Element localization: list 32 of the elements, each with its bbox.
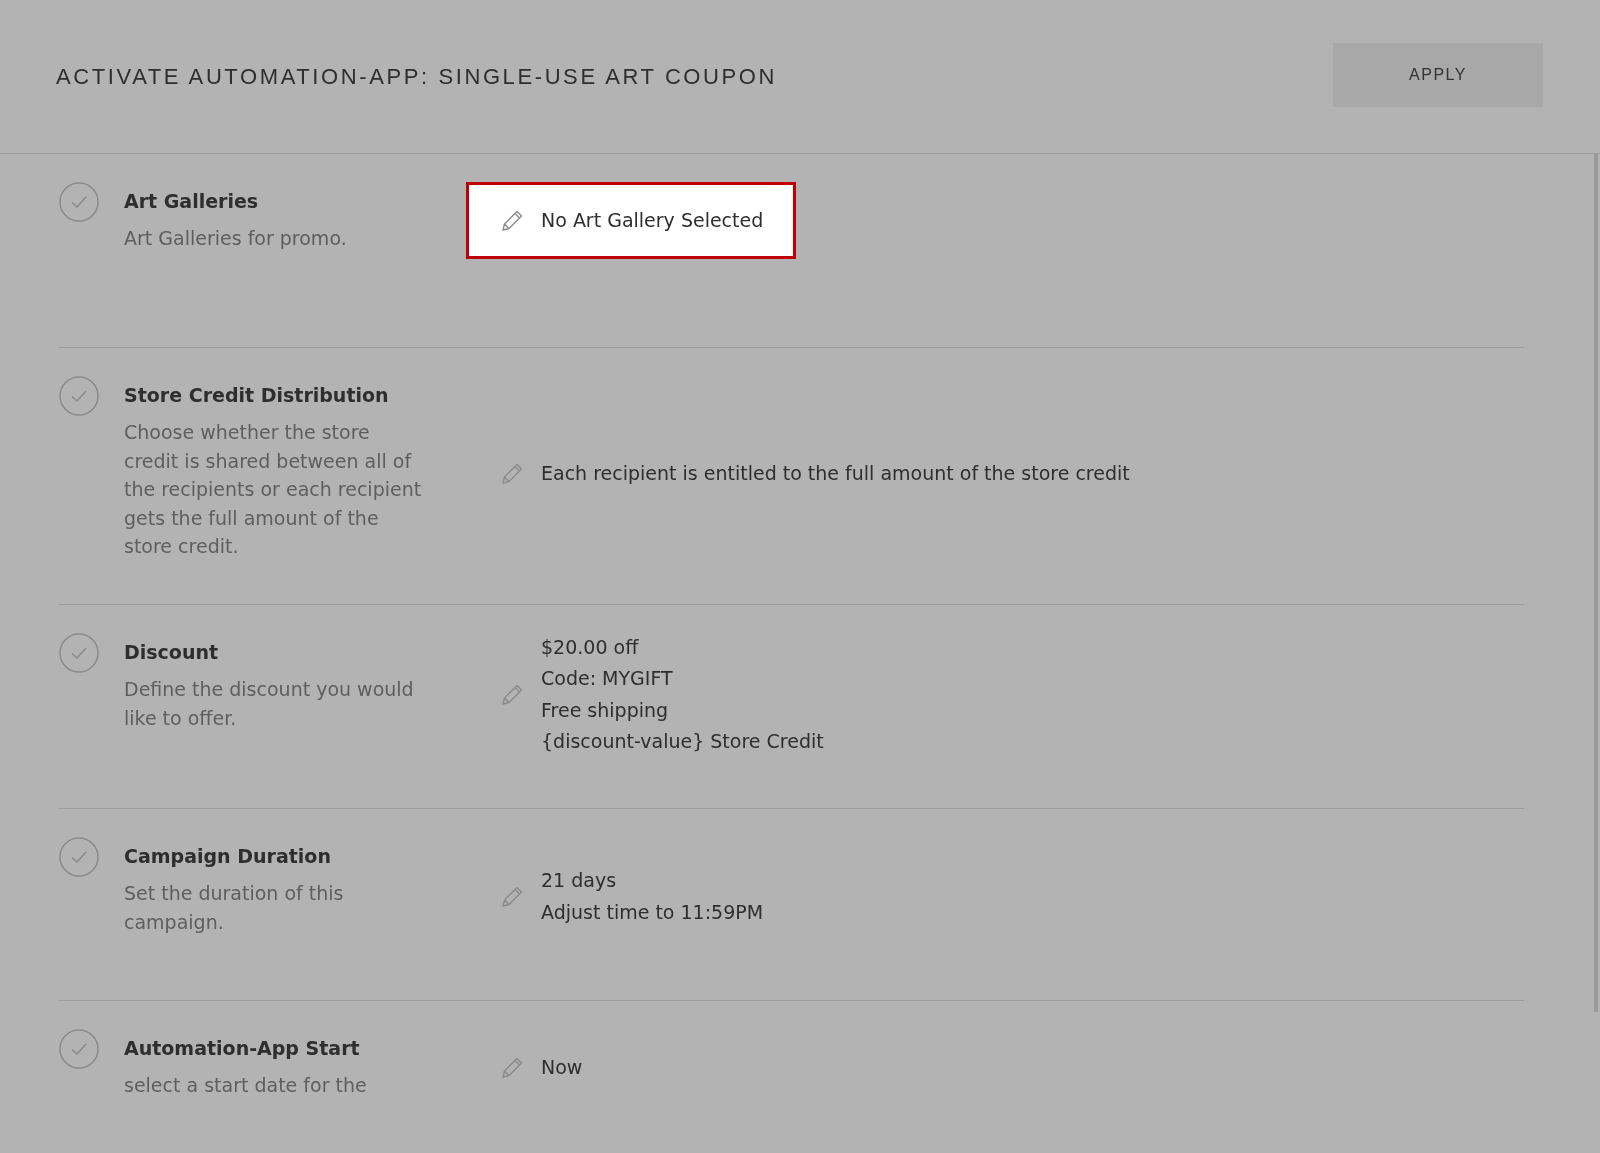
value-text: Each recipient is entitled to the full amount of the store credit — [541, 461, 1130, 487]
value-text: Now — [541, 1055, 583, 1080]
step-description: Art Galleries for promo. — [124, 226, 348, 251]
step-title: Automation-App Start — [124, 1036, 361, 1061]
step-title: Store Credit Distribution — [124, 383, 390, 408]
value-text: 21 days — [541, 868, 618, 893]
step-title: Art Galleries — [124, 189, 260, 214]
value-text: {discount-value} Store Credit — [541, 729, 824, 754]
value-area[interactable]: Each recipient is entitled to the full amount of the store credit — [466, 435, 1163, 513]
check-circle-icon — [59, 837, 99, 877]
check-circle-icon — [59, 633, 99, 673]
step-description: Choose whether the store credit is shared between all of the recipients or each recipient gets the full amount of the store credit. — [124, 420, 423, 559]
check-circle-icon — [59, 376, 99, 416]
value-text: Code: MYGIFT — [541, 666, 674, 691]
step-title: Discount — [124, 640, 220, 665]
page-title: ACTIVATE AUTOMATION-APP: SINGLE-USE ART COUPON — [56, 63, 778, 90]
value-text: No Art Gallery Selected — [541, 207, 764, 233]
pencil-icon[interactable] — [499, 461, 525, 487]
check-circle-icon — [59, 182, 99, 222]
step-description: select a start date for the — [124, 1073, 368, 1098]
check-circle-icon — [59, 1029, 99, 1069]
step-description: Define the discount you would like to offer. — [124, 677, 415, 731]
value-area[interactable]: Now — [466, 1029, 616, 1107]
step-title: Campaign Duration — [124, 844, 332, 869]
apply-button[interactable]: APPLY — [1333, 42, 1543, 107]
step-description: Set the duration of this campaign. — [124, 881, 345, 935]
value-text: Free shipping — [541, 697, 670, 723]
value-text: $20.00 off — [541, 634, 640, 660]
highlighted-value-box[interactable]: No Art Gallery Selected — [466, 181, 797, 260]
value-area[interactable]: $20.00 off Code: MYGIFT Free shipping {discount-value} Store Credit — [466, 608, 857, 781]
value-text: Adjust time to 11:59PM — [541, 899, 764, 925]
value-area[interactable]: 21 days Adjust time to 11:59PM — [466, 842, 797, 951]
